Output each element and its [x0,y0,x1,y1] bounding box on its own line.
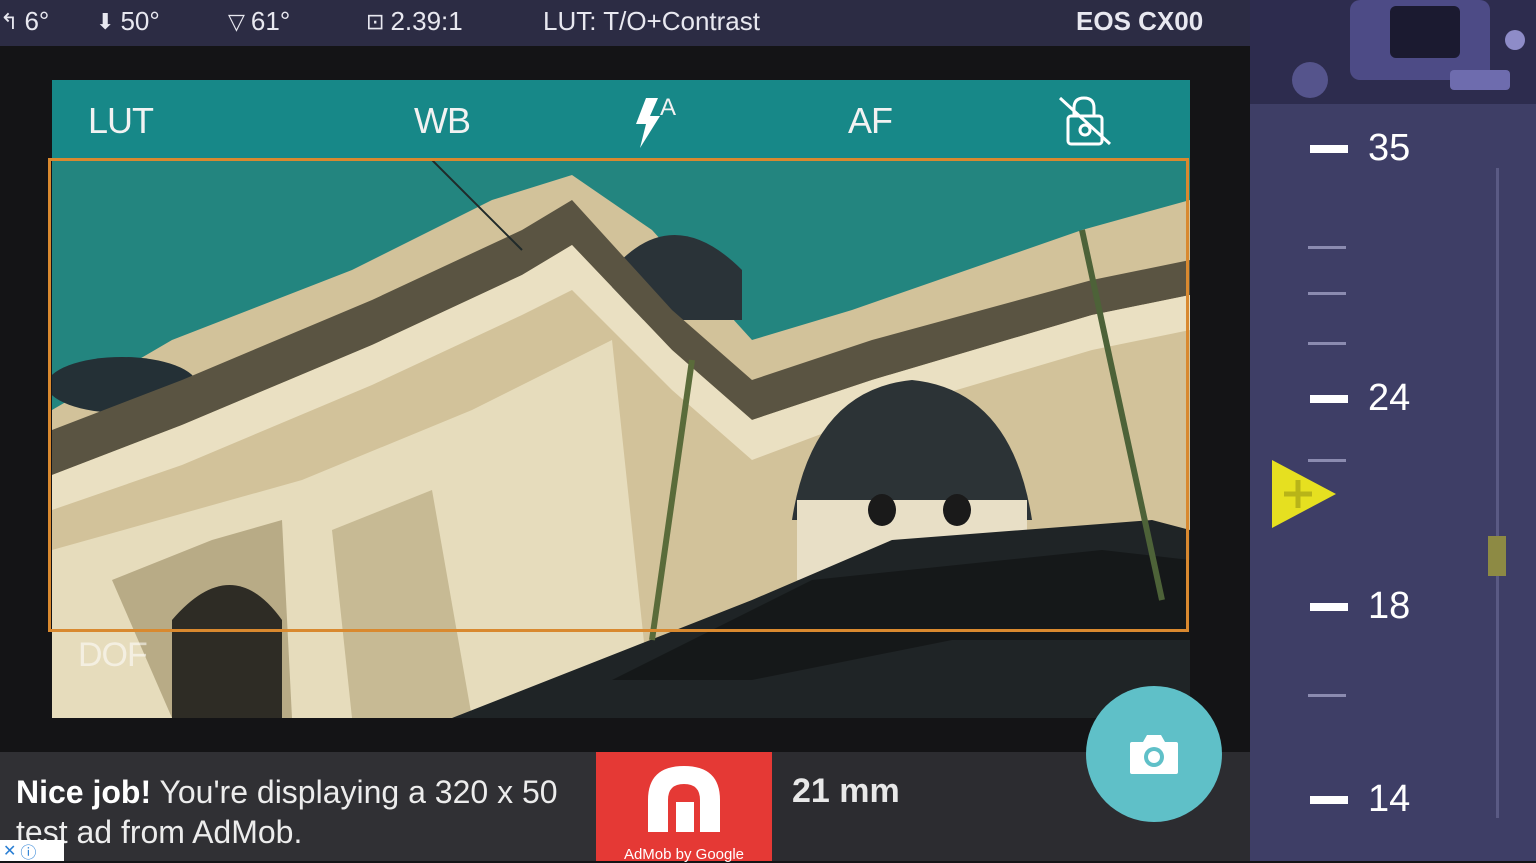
focal-label-18[interactable]: 18 [1368,585,1410,628]
scale-tick [1308,292,1346,295]
lut-status: LUT: T/O+Contrast [543,6,760,36]
aspect-value: 2.39:1 [390,6,463,36]
admob-logo-icon [648,766,720,832]
fov-indicator: ▽ 61° [228,6,290,37]
focal-label-35[interactable]: 35 [1368,127,1410,170]
shutter-button[interactable] [1086,686,1222,822]
fov-value: 61° [250,6,291,36]
camera-body-image [1250,0,1536,104]
info-icon[interactable]: ⓘ [20,839,36,863]
zoom-slider-handle[interactable] [1488,536,1506,576]
scale-tick [1310,395,1348,403]
aspect-indicator: ⊡ 2.39:1 [366,6,463,37]
camera-icon [1130,735,1178,774]
lock-off-icon [1058,96,1112,146]
lut-button[interactable]: LUT [88,100,154,142]
roll-icon: ↰ [0,8,19,34]
tilt-icon: ⬇ [96,8,115,34]
scale-tick [1310,603,1348,611]
status-bar: ↰ 6° ⬇ 50° ▽ 61° ⊡ 2.39:1 LUT: T/O+Contr… [0,0,1250,46]
roll-indicator: ↰ 6° [0,6,49,37]
close-icon[interactable]: ✕ [3,841,16,861]
scale-tick [1310,145,1348,153]
scale-tick [1308,246,1346,249]
lock-button[interactable] [1058,94,1114,159]
autofocus-button[interactable]: AF [848,100,893,142]
ad-choices[interactable]: ✕ ⓘ [0,839,64,863]
scale-tick [1308,694,1346,697]
ad-title: Nice job! [16,774,152,810]
flash-button[interactable]: A [632,94,682,159]
ad-banner-text[interactable]: Nice job! You're displaying a 320 x 50 t… [0,752,596,861]
white-balance-button[interactable]: WB [414,100,471,142]
pitch-value: 50° [120,6,160,36]
focal-label-14[interactable]: 14 [1368,778,1410,821]
scale-tick [1308,342,1346,345]
focal-length-readout: 21 mm [792,772,900,810]
zoom-track [1496,168,1499,818]
flash-mode-label: A [660,94,676,121]
focal-pointer-icon[interactable] [1270,458,1340,530]
scale-tick [1310,796,1348,804]
ad-logo-caption: AdMob by Google [623,846,745,863]
pitch-indicator: ⬇ 50° [96,6,160,37]
focal-label-24[interactable]: 24 [1368,377,1410,420]
dof-label[interactable]: DOF [78,636,148,675]
frame-guide [48,158,1189,632]
viewfinder-toolbar: LUT WB A AF [52,80,1190,160]
ad-logo[interactable]: AdMob by Google [596,752,772,863]
roll-value: 6° [24,6,50,36]
fov-icon: ▽ [228,8,245,34]
camera-body-thumbnail [1250,0,1536,104]
camera-model[interactable]: EOS CX00 [1076,6,1203,37]
aspect-ratio-icon: ⊡ [366,8,385,34]
